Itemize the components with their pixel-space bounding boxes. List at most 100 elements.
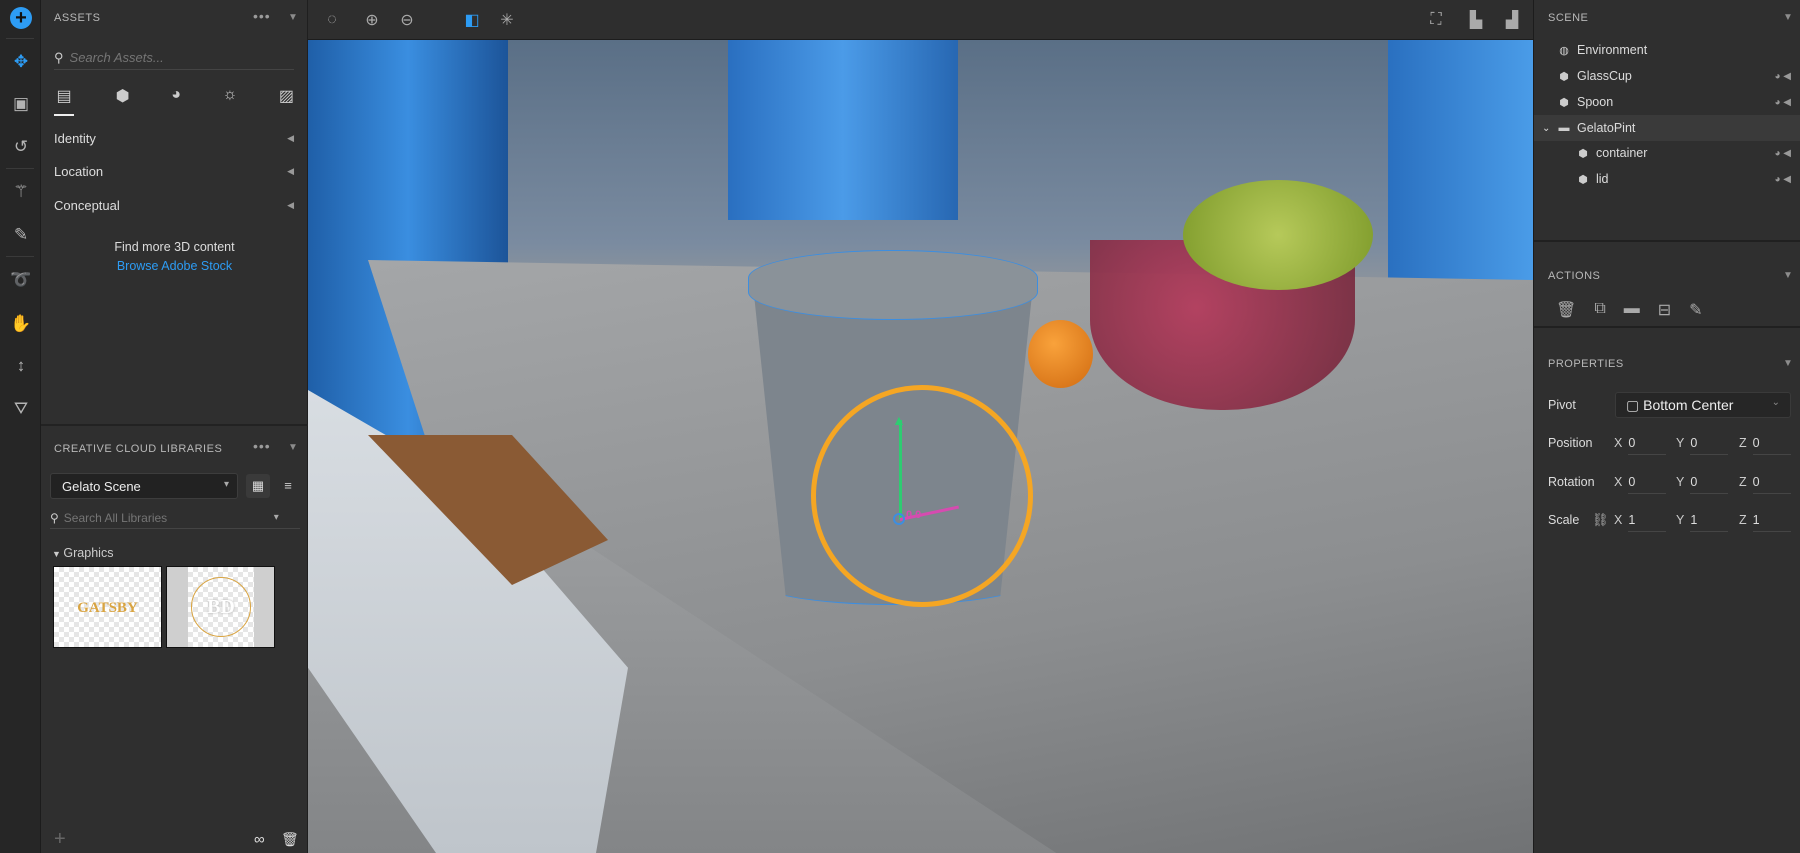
position-x[interactable]: X0 [1614,436,1667,455]
trash-icon[interactable]: 🗑 [1556,300,1576,320]
browse-stock-link[interactable]: Browse Adobe Stock [41,259,308,273]
ground-tool[interactable]: ⛛ [8,396,34,422]
viewport[interactable]: ◌ ⊕ ⊖ ◧ ✳ ⛶ ▙ ▟ ▲ 0.0 [308,0,1533,853]
search-icon: ⚲ [54,49,64,65]
duplicate-icon[interactable]: ⧉ [1594,300,1605,320]
pivot-label: Pivot [1548,398,1576,412]
library-search[interactable]: ⚲ ▾ [50,507,300,529]
frame-icon: ▣ [12,94,30,113]
scene-item-lid[interactable]: ⬢ lid ◕ ◀ [1534,166,1800,192]
folder-icon: ▬ [1558,122,1570,134]
globe-icon: ◍ [1559,44,1569,57]
scale-x[interactable]: X1 [1614,513,1667,532]
position-y[interactable]: Y0 [1676,436,1729,455]
material-ball-icon[interactable]: ◕ [171,86,181,116]
move-tool[interactable]: ✥ [8,49,34,75]
chevron-down-icon: ▾ [223,479,229,490]
material-expand-icon[interactable]: ◕ ◀ [1774,148,1791,159]
rotate-icon: ↺ [13,137,29,156]
expand-icon: ◀ [287,133,294,143]
select-circle-icon[interactable]: ◌ [321,9,343,31]
category-conceptual[interactable]: Conceptual ◀ [54,198,294,213]
collapse-icon[interactable]: ▼ [1783,12,1793,23]
trash-icon[interactable]: 🗑 [281,831,299,848]
rotation-x[interactable]: X0 [1614,475,1667,494]
library-dropdown[interactable]: Gelato Scene ▾ [50,473,238,499]
pivot-dropdown[interactable]: ▢ Bottom Center ⌄ [1615,392,1791,418]
assets-title: ASSETS [54,12,101,24]
cube-icon: ⬢ [1578,173,1588,186]
fit-frame-icon[interactable]: ⛶ [1425,9,1447,31]
creative-cloud-icon[interactable]: ∞ [254,831,265,848]
light-icon[interactable]: ☼ [223,86,238,116]
orbit-tool[interactable]: ↺ [8,134,34,160]
lasso-icon: ➰ [10,270,32,289]
collapse-icon[interactable]: ▼ [288,442,298,453]
scale-y[interactable]: Y1 [1676,513,1729,532]
grid-icon: ▦ [251,478,265,493]
render-preview-icon[interactable]: ▟ [1501,9,1523,31]
magic-wand-icon: ⚚ [13,182,29,201]
material-expand-icon[interactable]: ◕ ◀ [1774,174,1791,185]
more-icon[interactable]: ••• [253,8,271,24]
properties-title: PROPERTIES [1548,358,1624,370]
cube-icon[interactable]: ⬢ [116,86,130,116]
scene-item-container[interactable]: ⬢ container ◕ ◀ [1534,140,1800,166]
select-subtract-icon[interactable]: ⊖ [396,9,418,31]
library-graphic-gatsby[interactable]: GATSBY [53,566,162,648]
dolly-tool[interactable]: ↕ [8,353,34,379]
material-expand-icon[interactable]: ◕ ◀ [1774,97,1791,108]
graphics-section[interactable]: ▼ Graphics [52,546,113,560]
chevron-down-icon[interactable]: ▾ [274,512,279,523]
pivot-point[interactable] [893,513,905,525]
lasso-tool[interactable]: ➰ [8,267,34,293]
add-button[interactable]: + [8,5,34,31]
link-icon[interactable]: ⛓ [1592,512,1609,528]
image-icon[interactable]: ▨ [279,86,294,116]
ungroup-folder-icon[interactable]: ⊟ [1658,300,1671,320]
list-view-button[interactable]: ≡ [276,474,300,498]
category-identity[interactable]: Identity ◀ [54,131,294,146]
collapse-icon[interactable]: ▼ [1783,270,1793,281]
scene-render[interactable]: ▲ 0.0 [308,40,1533,853]
arrow-up-icon: ▲ [892,412,906,428]
scale-z[interactable]: Z1 [1739,513,1791,532]
chevron-down-icon[interactable]: ⌄ [1542,123,1557,134]
select-magic-icon[interactable]: ✳ [496,9,518,31]
pan-tool[interactable]: ✋ [8,311,34,337]
actions-title: ACTIONS [1548,270,1601,282]
rotation-z[interactable]: Z0 [1739,475,1791,494]
scene-item-environment[interactable]: ◍ Environment [1534,37,1800,63]
camera-icon[interactable]: ▙ [1465,9,1487,31]
grid-view-button[interactable]: ▦ [246,474,270,498]
scene-item-glasscup[interactable]: ⬢ GlassCup ◕ ◀ [1534,63,1800,89]
library-graphic-bd[interactable]: BD [166,566,275,648]
category-location[interactable]: Location ◀ [54,164,294,179]
assets-search[interactable]: ⚲ [54,46,294,70]
scene-item-spoon[interactable]: ⬢ Spoon ◕ ◀ [1534,89,1800,115]
search-input[interactable] [69,50,270,65]
gizmo-y-axis[interactable] [899,420,902,520]
group-folder-icon[interactable]: ▬ [1624,300,1640,320]
collapse-icon[interactable]: ▼ [288,12,298,23]
select-add-icon[interactable]: ⊕ [361,9,383,31]
magic-wand-tool[interactable]: ⚚ [8,179,34,205]
add-icon[interactable]: + [54,828,66,851]
collapse-icon[interactable]: ▼ [1783,358,1793,369]
scene-item-gelatopint[interactable]: ⌄ ▬ GelatoPint [1534,115,1800,141]
eyedropper-icon[interactable]: ✎ [1689,300,1702,320]
eyedropper-tool[interactable]: ✎ [8,222,34,248]
select-object-icon[interactable]: ◧ [461,9,483,31]
right-panel: SCENE ▼ ◍ Environment ⬢ GlassCup ◕ ◀ ⬢ Spoon… [1533,0,1800,853]
frame-tool[interactable]: ▣ [8,91,34,117]
gelato-lid[interactable] [748,250,1038,320]
rotation-y[interactable]: Y0 [1676,475,1729,494]
selection-highlight-circle [811,385,1033,607]
material-expand-icon[interactable]: ◕ ◀ [1774,71,1791,82]
library-search-input[interactable] [63,510,274,525]
position-z[interactable]: Z0 [1739,436,1791,455]
more-icon[interactable]: ••• [253,438,271,454]
bag-icon[interactable]: ▤ [54,86,74,116]
viewport-toolbar: ◌ ⊕ ⊖ ◧ ✳ ⛶ ▙ ▟ [308,0,1533,40]
chevron-down-icon: ⌄ [1771,397,1780,408]
